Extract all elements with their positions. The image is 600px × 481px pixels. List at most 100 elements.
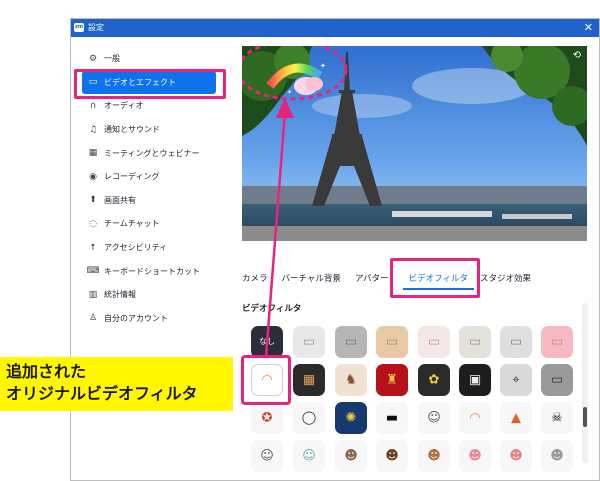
filter-scrollbar[interactable] [582, 303, 588, 463]
mask-icon: ☺ [302, 448, 316, 464]
sidebar-item-team-chat[interactable]: ◌ チームチャット [78, 212, 228, 236]
deer-icon: ☻ [427, 448, 441, 464]
window-title: 設定 [88, 23, 104, 32]
account-icon: ♙ [88, 313, 98, 324]
monitor-icon: ▭ [302, 334, 316, 350]
filter-item[interactable]: ▭ [293, 326, 325, 358]
sunflower-frame-icon: ✿ [428, 372, 440, 388]
filter-item[interactable]: ▭ [541, 326, 573, 358]
sidebar-item-general[interactable]: ⚙ 一般 [78, 47, 228, 71]
filter-item[interactable]: ☺ [293, 440, 325, 472]
filter-item[interactable]: ▭ [459, 326, 491, 358]
filter-item[interactable]: ☻ [459, 440, 491, 472]
filter-item[interactable]: ☻ [500, 440, 532, 472]
rotate-icon[interactable]: ⟲ [573, 50, 581, 61]
filter-item[interactable]: ♜ [376, 364, 408, 396]
tab-studio-effects[interactable]: スタジオ効果 [480, 270, 531, 290]
filter-item[interactable]: ☠ [541, 402, 573, 434]
filter-item[interactable]: ▭ [500, 326, 532, 358]
filter-item[interactable]: ☻ [376, 440, 408, 472]
headphone-icon: ∩ [89, 100, 97, 111]
filter-item[interactable]: ☻ [418, 440, 450, 472]
bell-icon: ♫ [88, 124, 98, 135]
filter-item[interactable]: ☻ [541, 440, 573, 472]
monitor-icon: ▭ [468, 334, 482, 350]
sidebar-item-meetings[interactable]: ▦ ミーティングとウェビナー [78, 141, 228, 165]
monitor-icon: ▭ [427, 334, 441, 350]
sidebar-item-label: ミーティングとウェビナー [104, 148, 200, 158]
sidebar-item-statistics[interactable]: ▥ 統計情報 [78, 283, 228, 307]
film-frame-icon: ▣ [468, 372, 482, 388]
sidebar-item-keyboard[interactable]: ⌨ キーボードショートカット [78, 259, 228, 283]
title-bar: zm 設定 ✕ [71, 19, 599, 37]
filter-item[interactable]: ▭ [376, 326, 408, 358]
callout-line-1: 追加された [6, 362, 87, 381]
filter-item[interactable]: ▲ [500, 402, 532, 434]
callout-line-2: オリジナルビデオフィルタ [6, 384, 198, 403]
filter-item[interactable]: ✪ [251, 402, 283, 434]
monitor-icon: ▭ [344, 334, 358, 350]
medal-icon: ✪ [261, 410, 273, 426]
face-icon: ☺ [260, 448, 274, 464]
section-title: ビデオフィルタ [242, 304, 302, 314]
sidebar-item-label: 一般 [104, 54, 120, 64]
sidebar-item-recording[interactable]: ◉ レコーディング [78, 165, 228, 189]
filter-item[interactable]: ▬ [376, 402, 408, 434]
sidebar-item-accessibility[interactable]: ☨ アクセシビリティ [78, 236, 228, 260]
sidebar-item-label: 画面共有 [104, 195, 136, 205]
film-icon: ▦ [302, 372, 316, 388]
filter-item[interactable]: ◠ [459, 402, 491, 434]
original-filter-highlight-box [241, 355, 291, 405]
scrollbar-thumb[interactable] [583, 407, 587, 427]
speech-bubble-icon: ◯ [301, 410, 317, 426]
sidebar-item-account[interactable]: ♙ 自分のアカウント [78, 307, 228, 331]
sidebar-item-label: アクセシビリティ [104, 243, 168, 253]
filter-item[interactable]: ☺ [418, 402, 450, 434]
party-hat-icon: ▲ [511, 410, 521, 426]
sunglasses-icon: ▬ [385, 410, 399, 426]
monitor-icon: ▭ [550, 334, 564, 350]
tab-avatar[interactable]: アバター [355, 270, 389, 290]
close-icon[interactable]: ✕ [584, 20, 593, 35]
filter-item[interactable]: ▦ [293, 364, 325, 396]
filter-none[interactable]: なし [251, 326, 283, 358]
sidebar-item-label: レコーディング [104, 172, 160, 182]
mouse-icon: ☻ [550, 448, 564, 464]
reindeer-icon: ♞ [345, 372, 357, 388]
share-screen-icon: ⬆ [89, 195, 97, 206]
keyboard-icon: ⌨ [86, 266, 100, 277]
filter-item[interactable]: ◯ [293, 402, 325, 434]
accessibility-icon: ☨ [90, 242, 96, 253]
pig-icon: ☻ [468, 448, 482, 464]
video-preview: ✦ ✦ ⟲ [242, 46, 587, 241]
face-icon: ☺ [427, 410, 441, 426]
zoom-logo-icon: zm [74, 23, 84, 32]
filter-item[interactable]: ☺ [251, 440, 283, 472]
filter-item[interactable]: ✺ [335, 402, 367, 434]
sidebar-item-notifications[interactable]: ♫ 通知とサウンド [78, 118, 228, 142]
filter-item[interactable]: ▣ [459, 364, 491, 396]
stats-icon: ▥ [88, 289, 98, 300]
filter-item[interactable]: ☻ [335, 440, 367, 472]
filter-item[interactable]: ▭ [335, 326, 367, 358]
monitor-icon: ▭ [385, 334, 399, 350]
sidebar-item-label: オーディオ [104, 101, 144, 111]
annotation-callout: 追加された オリジナルビデオフィルタ [0, 357, 233, 411]
filter-item[interactable]: ▭ [541, 364, 573, 396]
bear-icon: ☻ [385, 448, 399, 464]
pirate-icon: ☠ [551, 410, 563, 426]
page: zm 設定 ✕ ⚙ 一般 ▭ ビデオとエフェクト ∩ オーディオ ♫ 通知とサウンド ▦… [0, 0, 600, 481]
filter-item[interactable]: ✿ [418, 364, 450, 396]
filter-none-label: なし [259, 337, 275, 346]
sidebar-item-screen-share[interactable]: ⬆ 画面共有 [78, 189, 228, 213]
filter-item[interactable]: ♞ [335, 364, 367, 396]
tab-camera[interactable]: カメラ [242, 270, 268, 290]
meeting-icon: ▦ [88, 148, 98, 159]
svg-text:✦: ✦ [320, 62, 326, 70]
sidebar-highlight-box [74, 69, 226, 99]
chat-icon: ◌ [89, 218, 97, 229]
filter-item[interactable]: ▭ [418, 326, 450, 358]
filter-item[interactable]: ⌖ [500, 364, 532, 396]
tab-virtual-background[interactable]: バーチャル背景 [282, 270, 341, 290]
sidebar-item-label: 通知とサウンド [104, 125, 160, 135]
